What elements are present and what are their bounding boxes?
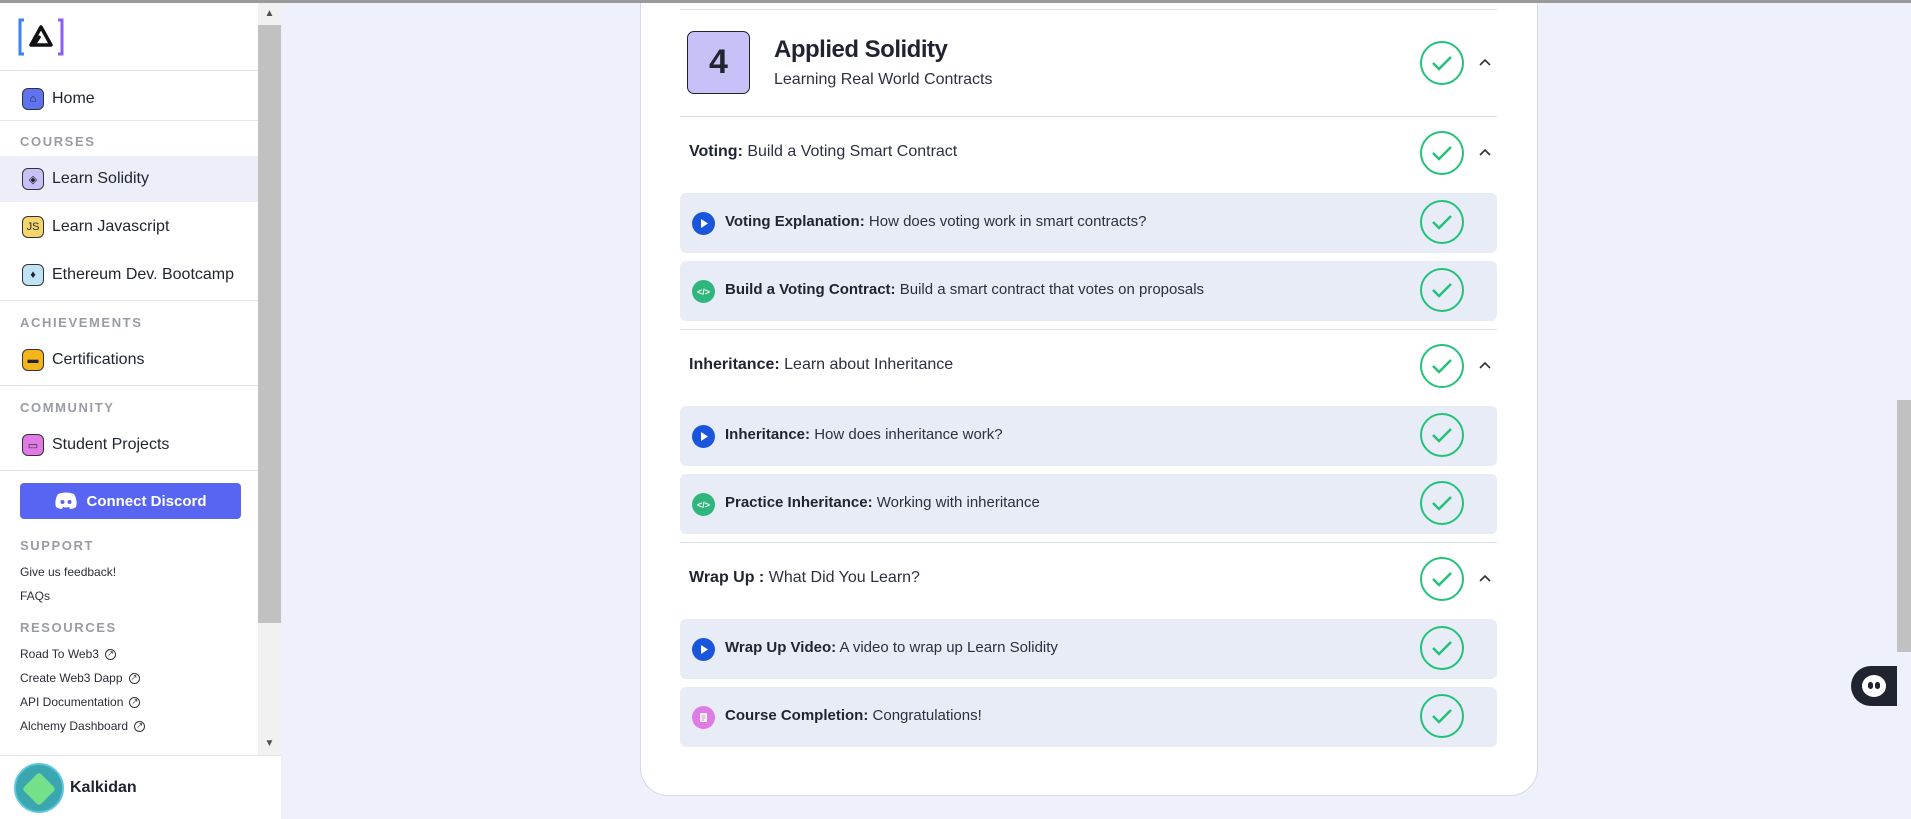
chevron-up-icon[interactable] — [1478, 57, 1492, 67]
divider — [0, 70, 258, 71]
check-circle-icon — [1420, 557, 1464, 601]
sidebar-scroll-area[interactable]: ⌂ Home COURSES ◈ Learn Solidity JS Learn… — [0, 3, 258, 755]
avatar — [14, 762, 64, 813]
divider — [0, 385, 258, 386]
lesson-step[interactable]: Voting Explanation: How does voting work… — [680, 193, 1497, 253]
divider — [680, 329, 1497, 330]
lesson-step[interactable]: </> Build a Voting Contract: Build a sma… — [680, 261, 1497, 321]
faqs-link[interactable]: FAQs — [20, 589, 50, 603]
chat-assistant-button[interactable] — [1851, 666, 1897, 706]
user-name: Kalkidan — [70, 778, 137, 796]
check-circle-icon — [1420, 344, 1464, 388]
divider — [680, 542, 1497, 543]
lesson-header-voting[interactable]: Voting: Build a Voting Smart Contract — [689, 143, 957, 161]
external-link-icon: ↗ — [134, 720, 146, 732]
sidebar-item-certifications[interactable]: ▬ Certifications — [0, 337, 258, 383]
lesson-step[interactable]: Wrap Up Video: A video to wrap up Learn … — [680, 619, 1497, 679]
check-circle-icon — [1420, 41, 1464, 85]
sidebar-item-ethereum-bootcamp[interactable]: ♦ Ethereum Dev. Bootcamp — [0, 252, 258, 298]
check-circle-icon — [1420, 131, 1464, 175]
section-subtitle: Learning Real World Contracts — [774, 71, 993, 88]
sidebar-item-label: Home — [52, 90, 95, 107]
external-link-icon: ↗ — [129, 696, 141, 708]
sidebar-item-label: Ethereum Dev. Bootcamp — [52, 266, 235, 283]
check-circle-icon — [1420, 481, 1464, 525]
sidebar-item-label: Learn Solidity — [52, 170, 149, 187]
chevron-up-icon[interactable] — [1478, 360, 1492, 370]
alchemy-dashboard-link[interactable]: Alchemy Dashboard ↗ — [20, 719, 146, 733]
divider — [680, 116, 1497, 117]
home-icon: ⌂ — [22, 88, 44, 110]
feedback-link[interactable]: Give us feedback! — [20, 565, 116, 579]
chevron-up-icon[interactable] — [1478, 573, 1492, 583]
check-circle-icon — [1420, 413, 1464, 457]
sidebar-scrollbar[interactable]: ▲ ▼ — [258, 3, 281, 755]
alchemy-logo-icon[interactable] — [18, 18, 64, 56]
community-heading: COMMUNITY — [20, 400, 115, 415]
divider — [0, 470, 258, 471]
divider — [680, 9, 1497, 10]
check-circle-icon — [1420, 200, 1464, 244]
section-title: Applied Solidity — [774, 36, 948, 63]
external-link-icon: ↗ — [128, 672, 140, 684]
discord-icon — [55, 492, 78, 509]
sidebar-item-label: Learn Javascript — [52, 218, 170, 235]
sidebar-item-home[interactable]: ⌂ Home — [0, 76, 258, 122]
sidebar-item-label: Student Projects — [52, 436, 170, 453]
section-number-badge: 4 — [687, 31, 750, 94]
scrollbar-thumb[interactable] — [258, 25, 281, 623]
document-icon — [692, 706, 715, 729]
divider — [0, 300, 258, 301]
certificate-icon: ▬ — [22, 349, 44, 371]
scroll-up-arrow-icon[interactable]: ▲ — [258, 5, 281, 23]
page-scrollbar-thumb[interactable] — [1897, 400, 1911, 652]
courses-heading: COURSES — [20, 134, 96, 149]
chevron-up-icon[interactable] — [1478, 147, 1492, 157]
lesson-step[interactable]: Inheritance: How does inheritance work? — [680, 406, 1497, 466]
lesson-header-inheritance[interactable]: Inheritance: Learn about Inheritance — [689, 356, 953, 374]
folder-icon: ▭ — [22, 434, 44, 456]
play-icon — [692, 212, 715, 235]
create-web3-dapp-link[interactable]: Create Web3 Dapp ↗ — [20, 671, 140, 685]
support-heading: SUPPORT — [20, 538, 95, 553]
window-top-border — [0, 0, 1911, 3]
play-icon — [692, 638, 715, 661]
play-icon — [692, 425, 715, 448]
ethereum-icon: ♦ — [22, 264, 44, 286]
lesson-header-wrap-up[interactable]: Wrap Up : What Did You Learn? — [689, 569, 920, 587]
check-circle-icon — [1420, 626, 1464, 670]
divider — [0, 120, 258, 121]
code-icon: </> — [692, 493, 715, 516]
code-icon: </> — [692, 280, 715, 303]
external-link-icon: ↗ — [104, 648, 116, 660]
sidebar: ⌂ Home COURSES ◈ Learn Solidity JS Learn… — [0, 3, 281, 819]
sidebar-item-learn-javascript[interactable]: JS Learn Javascript — [0, 204, 258, 250]
solidity-icon: ◈ — [22, 168, 44, 190]
sidebar-item-label: Certifications — [52, 351, 145, 368]
robot-icon — [1862, 675, 1886, 697]
check-circle-icon — [1420, 268, 1464, 312]
api-documentation-link[interactable]: API Documentation ↗ — [20, 695, 141, 709]
sidebar-item-student-projects[interactable]: ▭ Student Projects — [0, 422, 258, 468]
javascript-icon: JS — [22, 216, 44, 238]
scroll-down-arrow-icon[interactable]: ▼ — [258, 735, 281, 753]
resources-heading: RESOURCES — [20, 620, 117, 635]
user-profile[interactable]: Kalkidan — [0, 755, 281, 819]
connect-discord-button[interactable]: Connect Discord — [20, 483, 241, 519]
check-circle-icon — [1420, 694, 1464, 738]
lesson-step[interactable]: Course Completion: Congratulations! — [680, 687, 1497, 747]
discord-label: Connect Discord — [86, 492, 207, 510]
achievements-heading: ACHIEVEMENTS — [20, 315, 143, 330]
lesson-step[interactable]: </> Practice Inheritance: Working with i… — [680, 474, 1497, 534]
sidebar-item-learn-solidity[interactable]: ◈ Learn Solidity — [0, 156, 258, 202]
road-to-web3-link[interactable]: Road To Web3 ↗ — [20, 647, 116, 661]
